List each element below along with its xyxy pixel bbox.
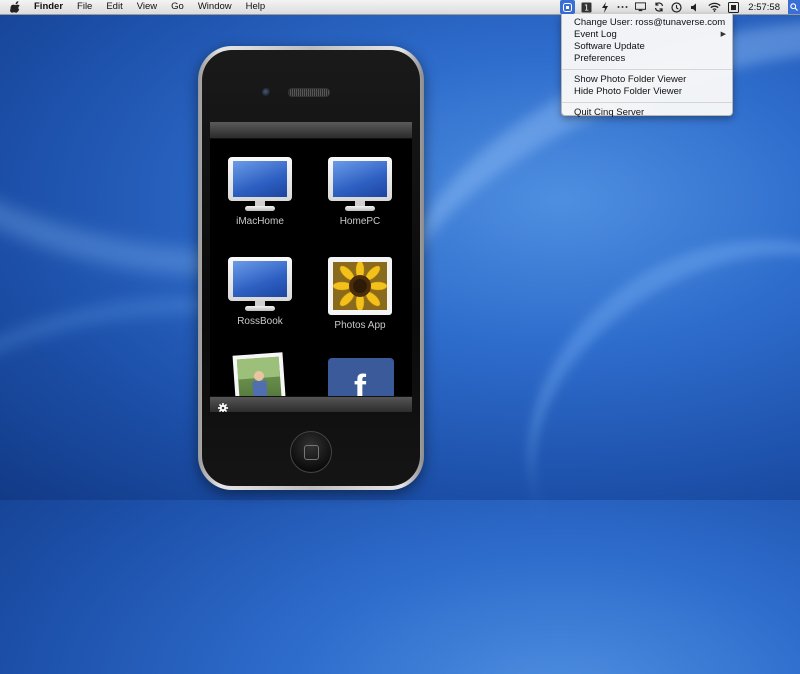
menu-go[interactable]: Go [171,0,184,14]
sunflower-photo-icon [328,257,392,315]
menu-event-log[interactable]: Event Log ▶ [562,29,732,41]
monitor-icon [228,257,292,311]
menu-help[interactable]: Help [246,0,266,14]
front-camera [262,88,271,97]
cinq-server-menu: Change User: ross@tunaverse.com Event Lo… [561,14,733,119]
tile-label: HomePC [339,216,381,227]
iphone-device: iMacHome HomePC RossBook Photos App f [198,46,424,490]
time-machine-icon[interactable] [671,1,682,13]
tile-label: Photos App [334,320,386,331]
cinq-icon[interactable] [560,0,576,14]
submenu-arrow-icon: ▶ [720,31,726,38]
menu-event-log-label: Event Log [574,29,617,40]
menu-bar: Finder File Edit View Go Window Help 1 2… [0,0,800,15]
monitor-icon [328,157,392,211]
volume-icon[interactable] [689,2,700,13]
menu-preferences[interactable]: Preferences [562,53,732,65]
sync-icon[interactable] [653,2,664,13]
menu-file[interactable]: File [77,0,92,14]
tile-imachome[interactable]: iMacHome [210,157,310,227]
tile-photos-app[interactable]: Photos App [310,257,410,331]
tile-rossbook[interactable]: RossBook [210,257,310,327]
menu-separator [562,69,732,70]
wifi-icon[interactable] [707,2,721,13]
menu-quit-cinq-label: Quit Cinq Server [574,107,645,118]
tile-label: iMacHome [236,216,284,227]
menu-hide-photo-viewer-label: Hide Photo Folder Viewer [574,86,683,97]
menu-quit-cinq[interactable]: Quit Cinq Server [562,107,732,119]
iphone-screen: iMacHome HomePC RossBook Photos App f [210,122,412,412]
svg-text:1: 1 [584,3,589,12]
menu-edit[interactable]: Edit [106,0,122,14]
menu-separator [562,102,732,103]
menu-change-user-label: Change User: ross@tunaverse.com [574,17,726,28]
gear-icon[interactable] [218,400,228,412]
menu-hide-photo-viewer[interactable]: Hide Photo Folder Viewer [562,86,732,98]
menu-window[interactable]: Window [198,0,232,14]
apple-icon[interactable] [10,1,22,13]
menu-change-user[interactable]: Change User: ross@tunaverse.com [562,17,732,29]
menu-app-finder[interactable]: Finder [34,0,63,14]
menu-preferences-label: Preferences [574,53,626,64]
menu-show-photo-viewer-label: Show Photo Folder Viewer [574,74,687,85]
facebook-icon[interactable]: f [328,358,394,406]
app-bottom-bar [210,396,412,412]
dots-icon[interactable] [617,2,628,13]
home-button[interactable] [290,431,332,473]
tools-icon[interactable] [599,1,610,13]
photo-snapshot-icon[interactable] [232,352,286,400]
display-icon[interactable] [635,2,647,13]
app-top-bar [210,122,412,139]
menu-show-photo-viewer[interactable]: Show Photo Folder Viewer [562,74,732,86]
tile-homepc[interactable]: HomePC [310,157,410,227]
monitor-icon [228,157,292,211]
bluetooth-badge-icon[interactable]: 1 [581,2,592,13]
iphone-body: iMacHome HomePC RossBook Photos App f [202,50,420,486]
menu-view[interactable]: View [137,0,157,14]
status-area: 1 2:57:58 [560,0,800,14]
earpiece-speaker [288,88,330,97]
menu-clock[interactable]: 2:57:58 [748,2,780,13]
menu-software-update[interactable]: Software Update [562,41,732,53]
home-square-icon [304,445,319,460]
menu-software-update-label: Software Update [574,41,645,52]
spotlight-icon[interactable] [788,0,800,14]
battery-icon[interactable] [728,1,740,13]
tile-label: RossBook [237,316,283,327]
